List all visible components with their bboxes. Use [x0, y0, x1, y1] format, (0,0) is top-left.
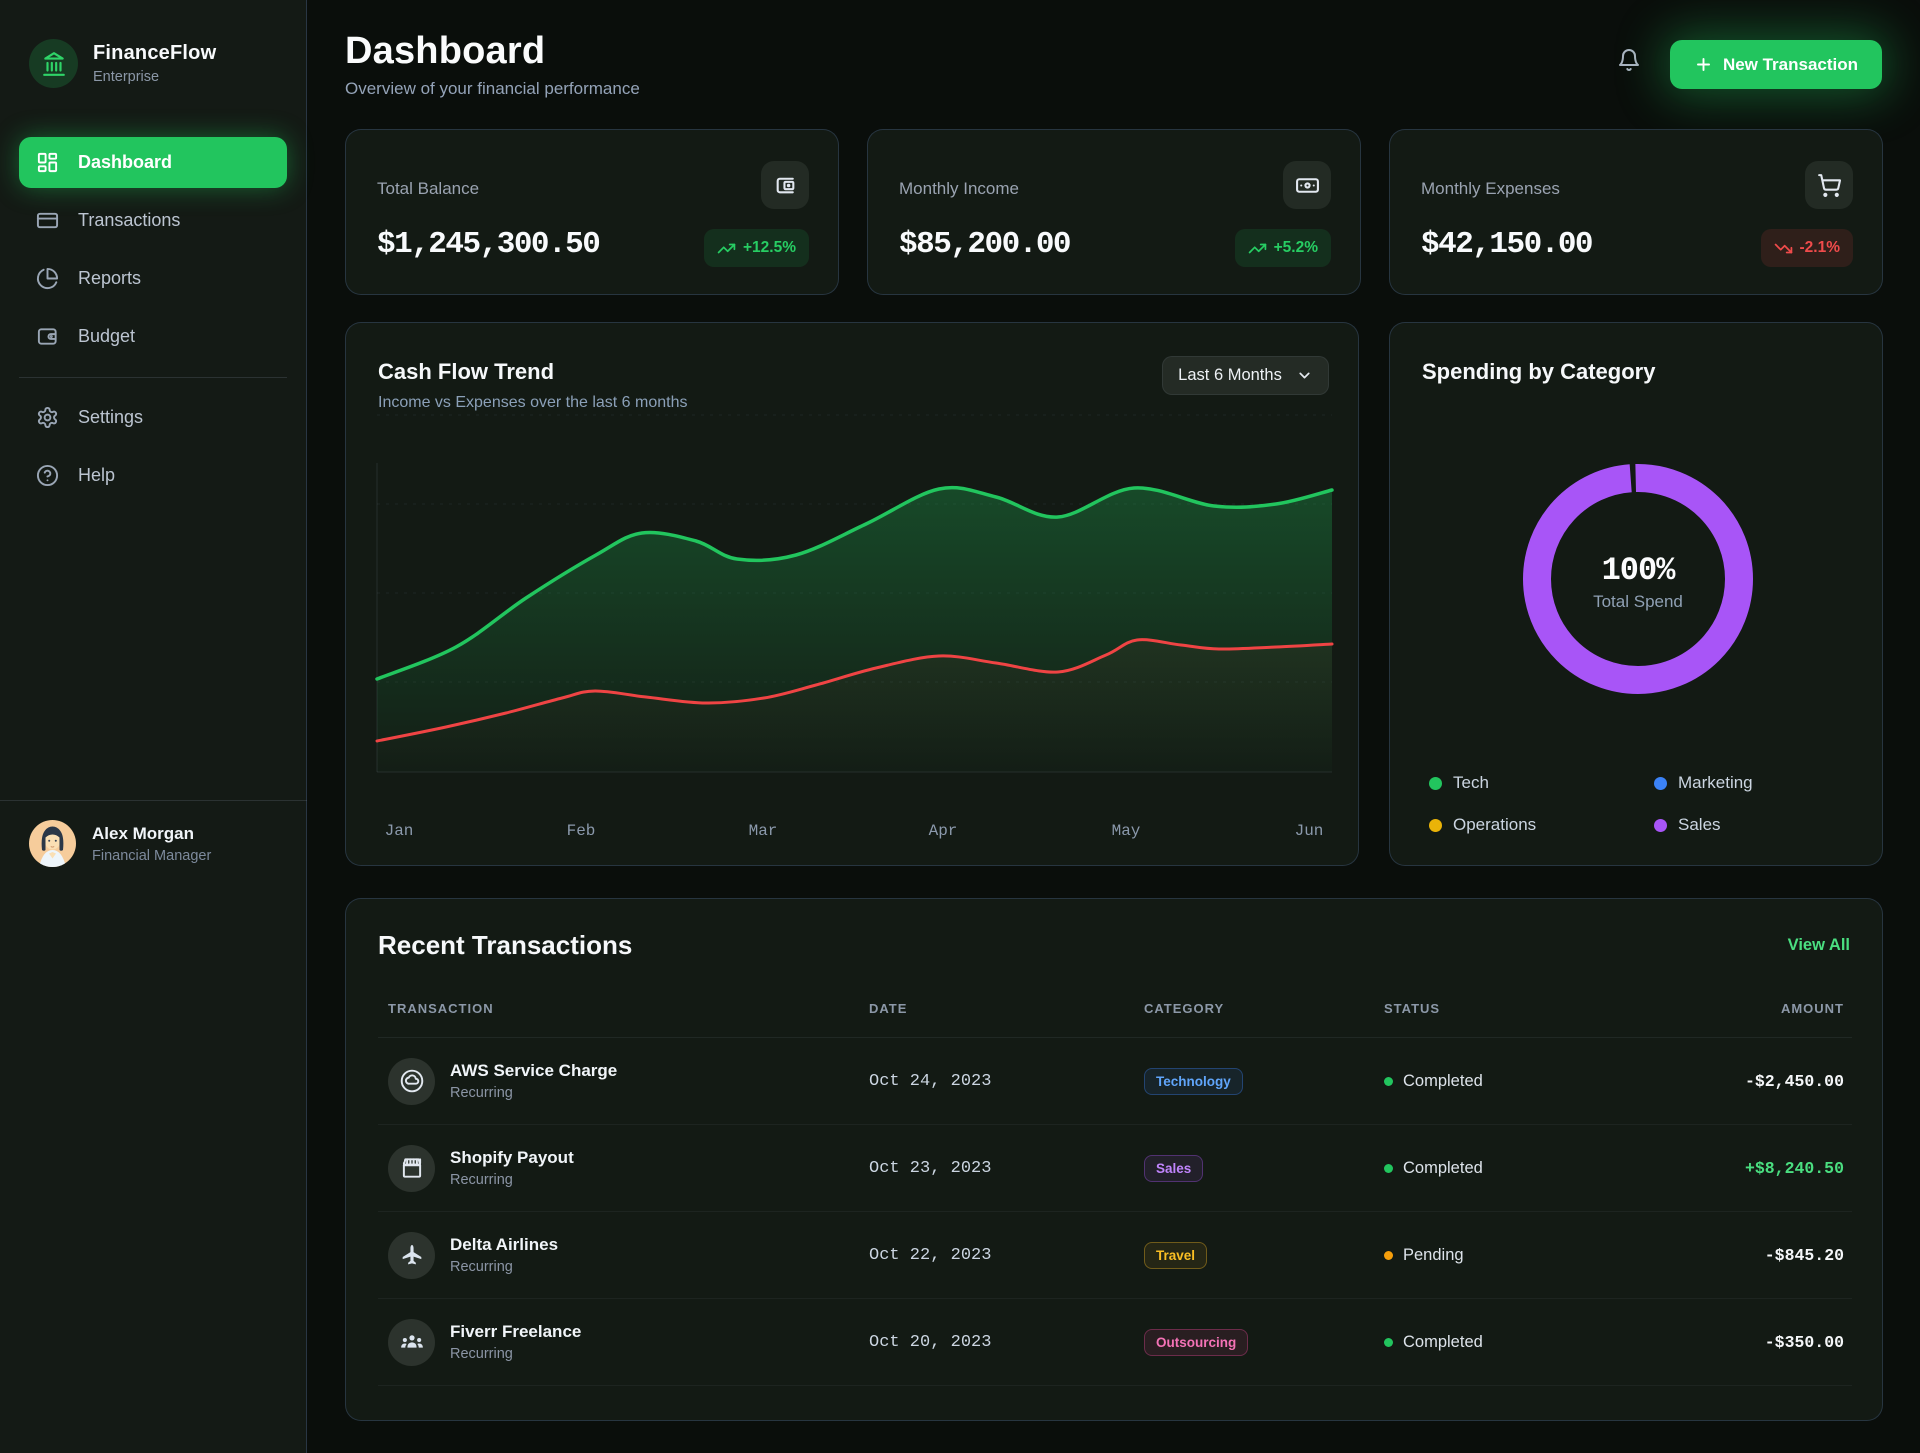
svg-text:Jun: Jun	[1295, 822, 1324, 840]
svg-text:Jan: Jan	[385, 822, 414, 840]
svg-text:Feb: Feb	[567, 822, 596, 840]
svg-text:May: May	[1112, 822, 1141, 840]
svg-text:Apr: Apr	[929, 822, 958, 840]
svg-text:Mar: Mar	[749, 822, 778, 840]
